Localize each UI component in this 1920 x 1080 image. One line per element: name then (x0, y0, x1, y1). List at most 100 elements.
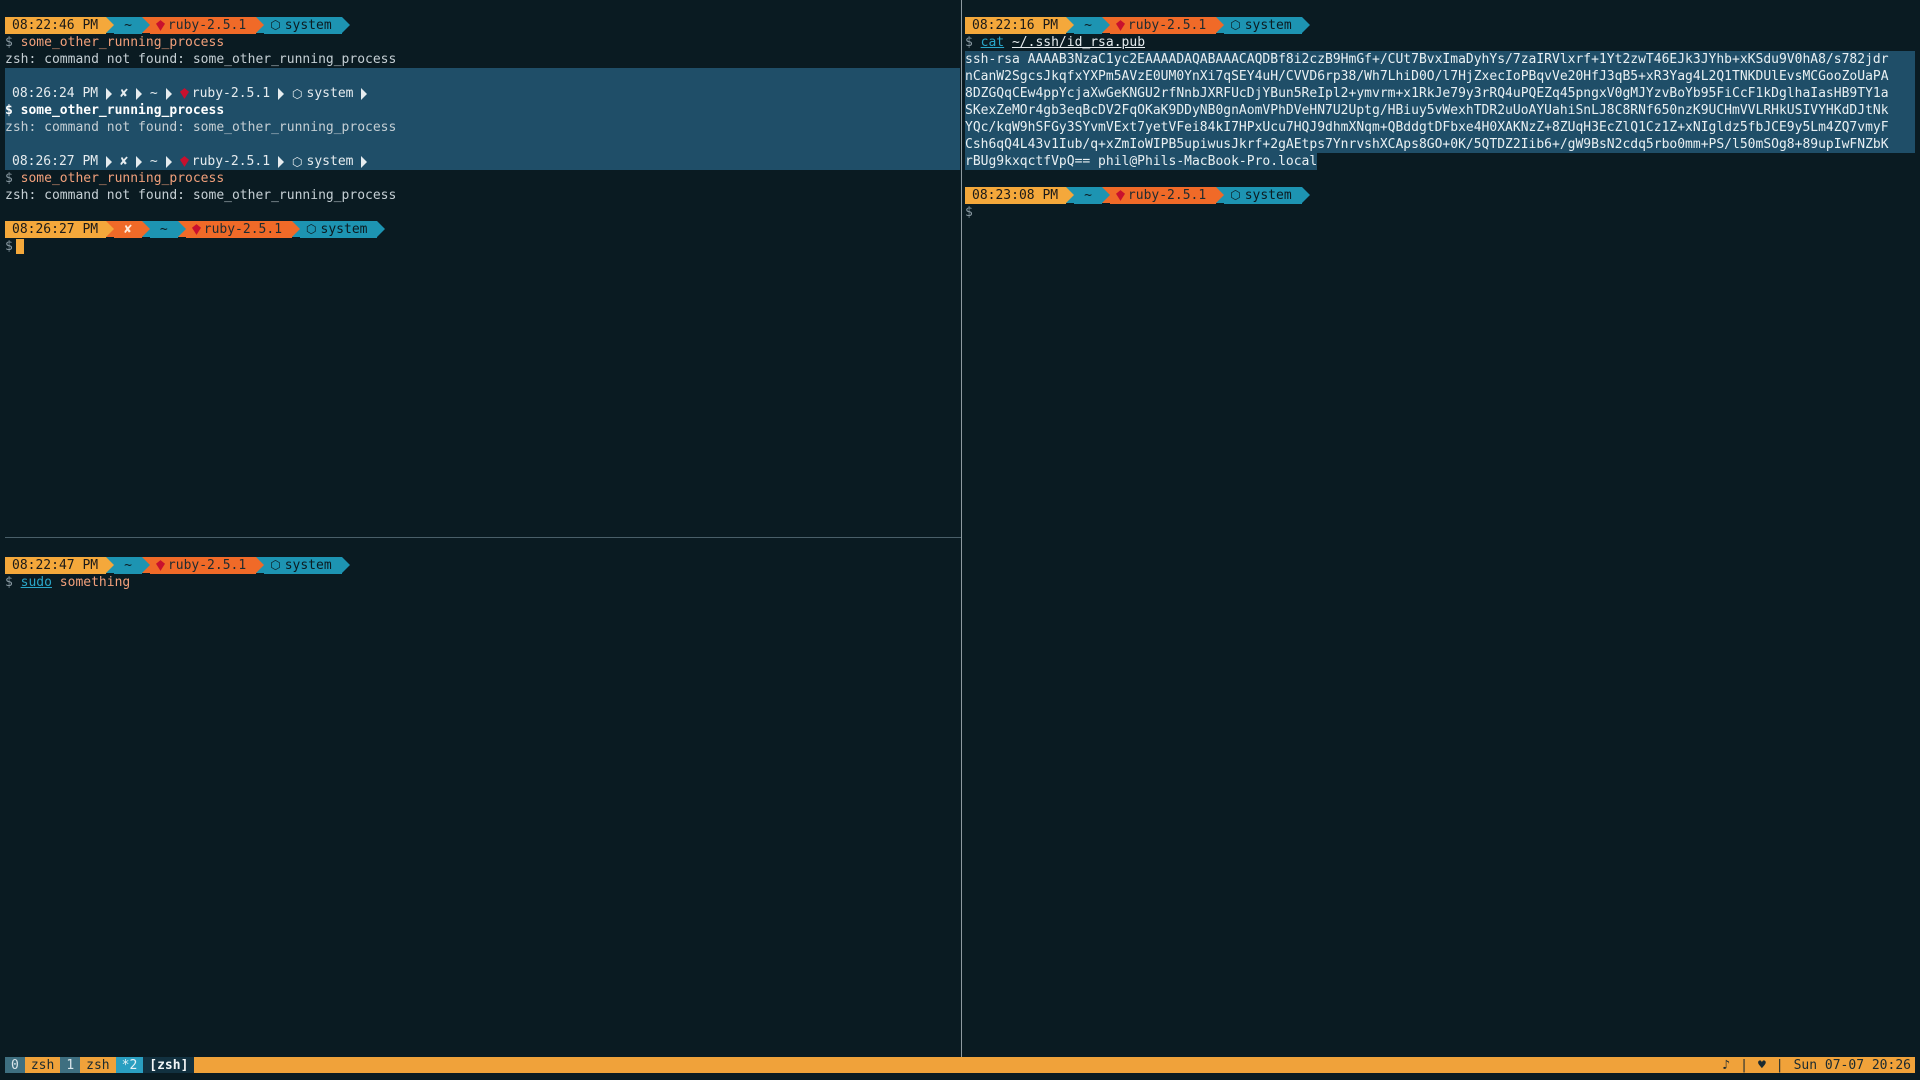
active-window-name[interactable]: [zsh] (143, 1057, 195, 1073)
prompt-separator-icon (361, 155, 368, 168)
command-line: $ some_other_running_process (5, 102, 960, 119)
ruby-gem-icon (1115, 20, 1125, 31)
prompt-node-version: system (306, 154, 354, 169)
node-hexagon-icon: ⬡ (306, 222, 317, 236)
prompt-node: ⬡ system (1224, 17, 1302, 34)
prompt-ruby: ruby-2.5.1 (1109, 17, 1217, 34)
prompt-node: ⬡ system (264, 17, 342, 34)
prompt-separator-icon (377, 221, 386, 237)
prompt: 08:22:16 PM ~ ruby-2.5.1 ⬡ system (965, 17, 1915, 34)
prompt-node-version: system (284, 18, 332, 33)
prompt-ruby-version: ruby-2.5.1 (191, 86, 271, 101)
ssh-key-line-last: rBUg9kxqctfVpQ== phil@Phils-MacBook-Pro.… (965, 153, 1318, 170)
window-name[interactable]: zsh (80, 1057, 115, 1073)
input-line[interactable]: $ (5, 238, 960, 255)
pane-top-left[interactable]: 08:22:46 PM ~ ruby-2.5.1 ⬡ system $ some… (5, 17, 960, 531)
ruby-gem-icon (155, 560, 165, 571)
prompt-ruby: ruby-2.5.1 (185, 221, 293, 238)
pane-bottom-left[interactable]: 08:22:47 PM ~ ruby-2.5.1 ⬡ system $ sudo… (5, 557, 960, 1052)
music-icon: ♪ (1722, 1057, 1731, 1073)
prompt-separator-icon (106, 17, 115, 33)
prompt-node-version: system (306, 86, 354, 101)
prompt-separator-icon (135, 87, 142, 100)
prompt-separator-icon (256, 557, 265, 573)
prompt-separator-icon (106, 87, 113, 100)
prompt-ruby: ruby-2.5.1 (149, 17, 257, 34)
node-hexagon-icon: ⬡ (292, 86, 303, 101)
prompt-node-version: system (284, 558, 332, 573)
ssh-key-line: ssh-rsa AAAAB3NzaC1yc2EAAAADAQABAAACAQDB… (965, 51, 1915, 68)
prompt-time: 08:23:08 PM (965, 187, 1067, 204)
prompt-separator-icon (141, 221, 150, 237)
window-name[interactable]: zsh (25, 1057, 60, 1073)
node-hexagon-icon: ⬡ (270, 18, 281, 32)
prompt-separator-icon (1301, 187, 1310, 203)
command-line: $ some_other_running_process (5, 170, 960, 187)
input-line[interactable]: $ sudo something (5, 574, 960, 591)
prompt-separator-icon (165, 87, 172, 100)
command-keyword: cat (980, 35, 1005, 50)
prompt-separator-icon (135, 155, 142, 168)
prompt-dir: ~ (149, 221, 178, 238)
pane-divider-vertical[interactable] (961, 0, 962, 1057)
prompt-ruby-version: ruby-2.5.1 (1127, 18, 1207, 33)
ruby-gem-icon (155, 20, 165, 31)
prompt: 08:22:47 PM ~ ruby-2.5.1 ⬡ system (5, 557, 960, 574)
pane-right[interactable]: 08:22:16 PM ~ ruby-2.5.1 ⬡ system $ cat … (965, 17, 1915, 1052)
error-mark-icon: ✘ (114, 221, 142, 238)
prompt: 08:23:08 PM ~ ruby-2.5.1 ⬡ system (965, 187, 1915, 204)
prompt-plain: 08:26:24 PM ✘ ~ ruby-2.5.1 ⬡ system (5, 85, 960, 102)
prompt-time: 08:26:24 PM (12, 86, 99, 101)
prompt-time: 08:22:46 PM (5, 17, 107, 34)
terminal-cursor (15, 239, 24, 254)
pane-divider-horizontal[interactable] (5, 537, 961, 538)
window-index[interactable]: 0 (5, 1057, 25, 1073)
error-mark-icon: ✘ (120, 154, 128, 169)
terminal-screen: 08:22:46 PM ~ ruby-2.5.1 ⬡ system $ some… (0, 0, 1920, 1080)
prompt: 08:22:46 PM ~ ruby-2.5.1 ⬡ system (5, 17, 960, 34)
status-separator: | (1775, 1057, 1784, 1073)
selected-text-block[interactable]: 08:26:24 PM ✘ ~ ruby-2.5.1 ⬡ system $ some_ot… (5, 68, 960, 170)
prompt-time: 08:22:16 PM (965, 17, 1067, 34)
active-window-index[interactable]: *2 (115, 1057, 144, 1073)
prompt-dir: ~ (149, 154, 158, 169)
error-output: zsh: command not found: some_other_runni… (5, 52, 397, 67)
prompt-dir: ~ (114, 557, 142, 574)
status-separator: | (1740, 1057, 1748, 1073)
ssh-key-line: YQc/kqW9hSFGy3SYvmVExt7yetVFei84kI7HPxUc… (965, 119, 1915, 136)
prompt-separator-icon (1066, 187, 1075, 203)
window-index[interactable]: 1 (60, 1057, 81, 1073)
ruby-gem-icon (1115, 190, 1125, 201)
prompt-node-version: system (320, 222, 368, 237)
ssh-key-output[interactable]: ssh-rsa AAAAB3NzaC1yc2EAAAADAQABAAACAQDB… (965, 51, 1915, 170)
prompt-dir: ~ (149, 86, 158, 101)
ruby-gem-icon (179, 156, 189, 167)
ssh-key-line: nCanW2SgcsJkqfxYXPm5AVzE0UM0YnXi7qSEY4uH… (965, 68, 1915, 85)
error-output: zsh: command not found: some_other_runni… (5, 120, 397, 135)
prompt-separator-icon (106, 221, 115, 237)
prompt-dir: ~ (114, 17, 142, 34)
prompt-ruby-version: ruby-2.5.1 (167, 558, 247, 573)
tmux-status-bar: 0 zsh 1 zsh *2 [zsh] ♪ | ♥ | Sun 07-07 2… (5, 1057, 1915, 1073)
prompt-ruby-version: ruby-2.5.1 (203, 222, 283, 237)
prompt-separator-icon (106, 557, 115, 573)
prompt-separator-icon (1301, 17, 1310, 33)
node-hexagon-icon: ⬡ (270, 558, 281, 572)
prompt-separator-icon (361, 87, 368, 100)
dollar-sign: $ (5, 103, 13, 118)
prompt-separator-icon (1066, 17, 1075, 33)
prompt-node-version: system (1244, 18, 1292, 33)
input-line[interactable]: $ (965, 204, 1915, 221)
error-output: zsh: command not found: some_other_runni… (5, 188, 397, 203)
prompt-time: 08:22:47 PM (5, 557, 107, 574)
dollar-sign: $ (5, 239, 13, 254)
ssh-key-line: SKexZeMOr4gb3eqBcDV2FqOKaK9DDyNB0gnAomVP… (965, 102, 1915, 119)
dollar-sign: $ (5, 171, 13, 186)
node-hexagon-icon: ⬡ (292, 154, 303, 169)
prompt-separator-icon (177, 221, 186, 237)
status-right: ♪ | ♥ | Sun 07-07 20:26 (1722, 1058, 1915, 1073)
prompt-dir: ~ (1074, 17, 1102, 34)
command-keyword: sudo (20, 575, 52, 590)
prompt-time: 08:26:27 PM (12, 154, 99, 169)
prompt-separator-icon (165, 155, 172, 168)
